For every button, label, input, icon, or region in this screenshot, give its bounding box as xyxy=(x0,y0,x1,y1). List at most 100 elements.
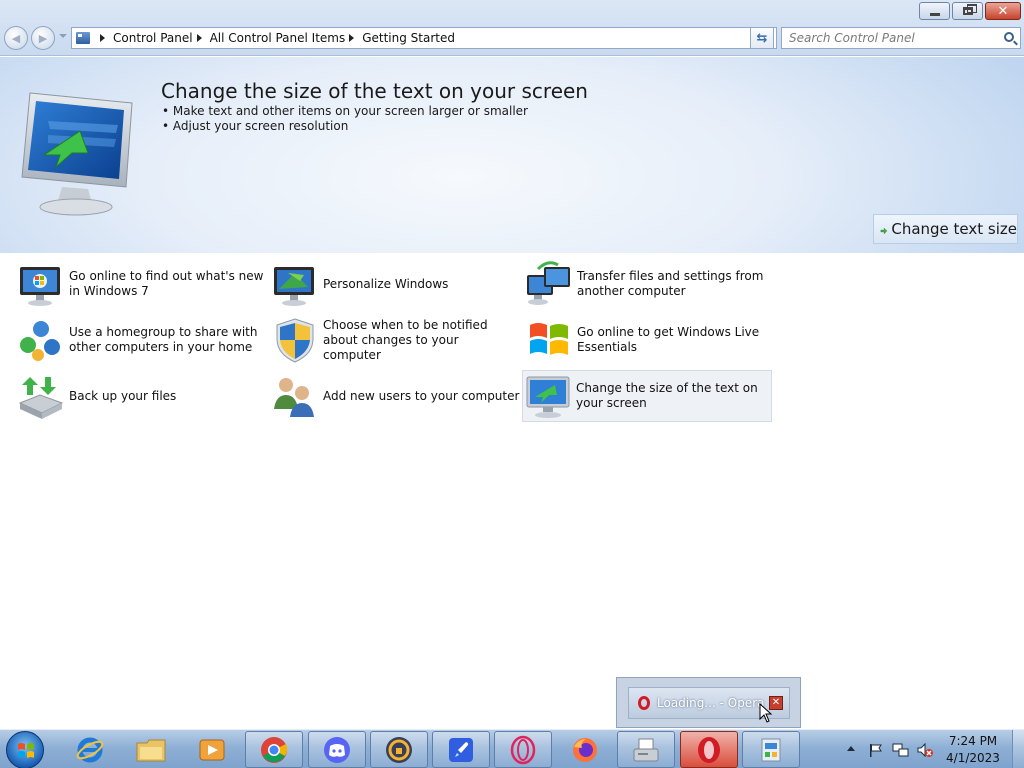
homegroup-icon xyxy=(20,321,60,361)
restore-icon xyxy=(962,4,977,15)
task-whats-new[interactable]: Go online to find out what's new in Wind… xyxy=(16,258,266,310)
banner-bullet-text: Adjust your screen resolution xyxy=(172,119,349,133)
opera-window-label: Loading... - Opera xyxy=(657,696,765,710)
taskbar-discord[interactable] xyxy=(308,731,366,768)
uac-shield-icon xyxy=(276,318,314,363)
task-text-size[interactable]: Change the size of the text on your scre… xyxy=(522,370,772,422)
refresh-button[interactable]: ⇆ xyxy=(750,27,774,49)
recent-pages-dropdown[interactable] xyxy=(59,34,67,38)
rocket-icon xyxy=(449,737,473,762)
task-label: Back up your files xyxy=(69,388,177,403)
personalize-monitor-icon xyxy=(274,267,314,306)
show-hidden-icons-button[interactable] xyxy=(847,746,855,751)
show-desktop-button[interactable] xyxy=(1012,730,1024,768)
taskbar-chrome[interactable] xyxy=(245,731,303,768)
taskbar-media-player[interactable] xyxy=(183,731,241,768)
fax-scanner-icon xyxy=(633,738,659,761)
mouse-cursor-icon xyxy=(759,703,773,723)
page-title: Change the size of the text on your scre… xyxy=(161,79,588,103)
taskbar-internet-explorer[interactable] xyxy=(61,731,119,768)
volume-muted-icon[interactable] xyxy=(916,741,934,759)
opera-gx-icon xyxy=(510,735,536,764)
media-player-icon xyxy=(199,739,225,760)
folder-icon xyxy=(136,739,166,761)
refresh-icon: ⇆ xyxy=(756,30,768,46)
task-label: Add new users to your computer xyxy=(323,388,520,403)
address-bar[interactable]: Control Panel All Control Panel Items Ge… xyxy=(71,27,777,49)
opera-icon xyxy=(698,736,720,763)
clock-date[interactable]: 4/1/2023 xyxy=(940,751,1006,765)
details-banner: Change the size of the text on your scre… xyxy=(0,57,1024,253)
task-uac[interactable]: Choose when to be notified about changes… xyxy=(270,314,520,366)
windows-logo-icon xyxy=(530,323,568,355)
window-controls: ✕ xyxy=(919,2,1021,20)
task-label: Transfer files and settings from another… xyxy=(577,269,764,298)
task-personalize[interactable]: Personalize Windows xyxy=(270,258,520,310)
windows-monitor-icon xyxy=(20,267,60,306)
shield-lock-icon xyxy=(386,736,412,763)
opera-thumbnail-popup[interactable]: Loading... - Opera ✕ xyxy=(616,677,801,728)
breadcrumb-chevron-icon[interactable] xyxy=(349,34,355,42)
task-label: Choose when to be notified about changes… xyxy=(323,317,488,362)
monitor-arrow-icon xyxy=(21,92,133,216)
task-label: Go online to get Windows Live Essentials xyxy=(577,325,760,354)
taskbar-fax-scan[interactable] xyxy=(617,731,675,768)
change-text-size-button[interactable]: Change text size xyxy=(873,214,1018,244)
search-icon[interactable] xyxy=(1004,32,1014,42)
search-box[interactable] xyxy=(781,27,1021,49)
green-arrow-icon xyxy=(880,227,888,234)
close-icon: ✕ xyxy=(997,3,1009,19)
task-label: Go online to find out what's new in Wind… xyxy=(69,269,264,298)
back-button[interactable]: ◀ xyxy=(4,26,28,50)
control-panel-icon xyxy=(761,738,781,761)
breadcrumb-chevron-icon[interactable] xyxy=(196,34,202,42)
task-label: Use a homegroup to share with other comp… xyxy=(69,325,258,354)
window-chrome: ✕ ◀ ▶ Control Panel All Control Panel It… xyxy=(0,0,1024,56)
taskbar-control-panel[interactable] xyxy=(742,731,800,768)
task-homegroup[interactable]: Use a homegroup to share with other comp… xyxy=(16,314,266,366)
search-input[interactable] xyxy=(782,28,992,48)
chrome-icon xyxy=(261,736,288,763)
task-add-users[interactable]: Add new users to your computer xyxy=(270,370,520,422)
task-label: Change the size of the text on your scre… xyxy=(576,381,758,410)
breadcrumb-all-items[interactable]: All Control Panel Items xyxy=(210,31,346,45)
internet-explorer-icon xyxy=(76,737,104,762)
control-panel-icon xyxy=(76,32,90,44)
task-label: Personalize Windows xyxy=(323,276,449,291)
start-button[interactable] xyxy=(6,731,44,768)
breadcrumb-control-panel[interactable]: Control Panel xyxy=(113,31,193,45)
banner-bullet-text: Make text and other items on your screen… xyxy=(172,104,528,118)
taskbar-rocket-app[interactable] xyxy=(432,731,490,768)
windows-orb-icon xyxy=(18,743,34,758)
minimize-icon xyxy=(929,12,940,16)
minimize-button[interactable] xyxy=(919,2,950,20)
banner-bullet: • Make text and other items on your scre… xyxy=(162,104,528,118)
task-backup[interactable]: Back up your files xyxy=(16,370,266,422)
close-button[interactable]: ✕ xyxy=(985,2,1021,20)
users-icon xyxy=(274,378,314,417)
discord-icon xyxy=(324,736,350,763)
opera-icon xyxy=(638,696,650,710)
taskbar-opera[interactable] xyxy=(680,731,738,768)
taskbar-opera-gx[interactable] xyxy=(494,731,552,768)
action-center-flag-icon[interactable] xyxy=(868,742,884,758)
clock-time[interactable]: 7:24 PM xyxy=(940,734,1006,748)
breadcrumb-chevron-icon[interactable] xyxy=(100,34,105,42)
task-live-essentials[interactable]: Go online to get Windows Live Essentials xyxy=(524,314,774,366)
back-arrow-icon: ◀ xyxy=(11,31,21,45)
forward-arrow-icon: ▶ xyxy=(38,31,48,45)
restore-button[interactable] xyxy=(952,2,983,20)
taskbar-shield-app[interactable] xyxy=(370,731,428,768)
change-text-size-label: Change text size xyxy=(891,220,1017,238)
firefox-icon xyxy=(573,737,597,762)
network-icon[interactable] xyxy=(892,741,910,759)
taskbar: 7:24 PM 4/1/2023 xyxy=(0,729,1024,768)
breadcrumb-getting-started[interactable]: Getting Started xyxy=(362,31,455,45)
banner-bullet: • Adjust your screen resolution xyxy=(162,119,349,133)
transfer-computers-icon xyxy=(527,261,570,305)
taskbar-firefox[interactable] xyxy=(556,731,614,768)
task-transfer[interactable]: Transfer files and settings from another… xyxy=(524,258,774,310)
text-size-monitor-icon xyxy=(526,376,570,418)
forward-button[interactable]: ▶ xyxy=(31,26,55,50)
taskbar-explorer[interactable] xyxy=(122,731,180,768)
